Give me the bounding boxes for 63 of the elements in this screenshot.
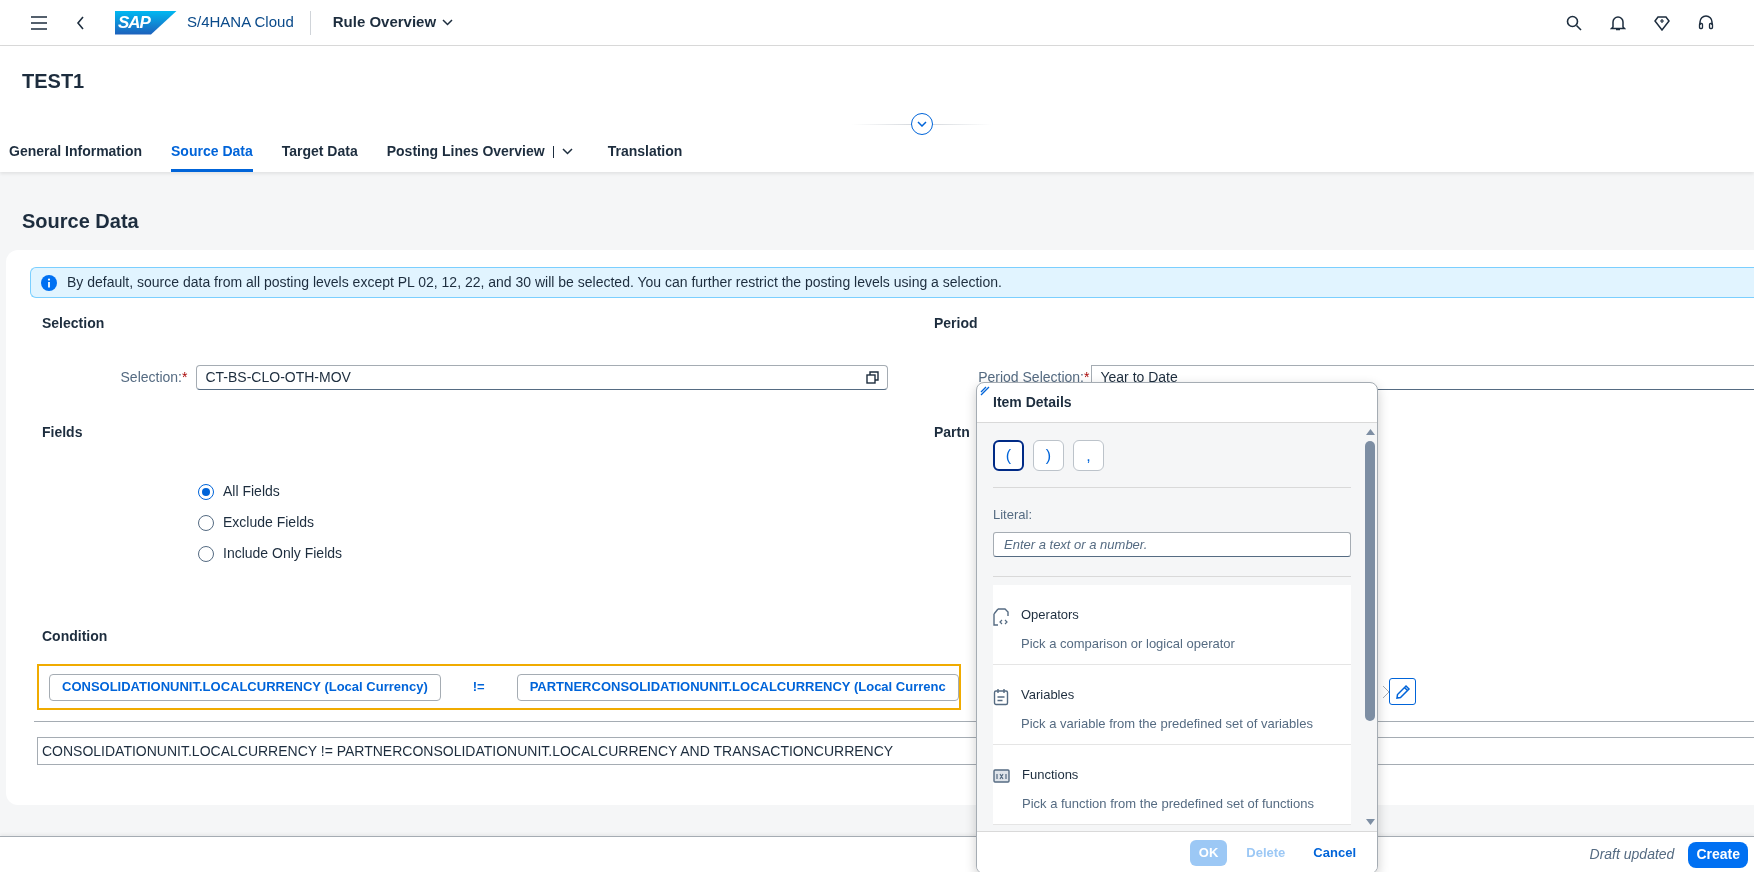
category-description: Pick a variable from the predefined set of variables: [1021, 715, 1313, 733]
page-title: TEST1: [22, 69, 85, 94]
bell-icon[interactable]: [1610, 14, 1626, 31]
section-title: Source Data: [22, 209, 140, 234]
clipboard-icon: [993, 687, 1009, 706]
scroll-down-icon[interactable]: [1365, 819, 1375, 825]
product-name: S/4HANA Cloud: [187, 12, 294, 33]
popover-title: Item Details: [993, 393, 1072, 412]
draft-status: Draft updated: [1589, 845, 1675, 864]
tab[interactable]: General Information: [9, 134, 143, 172]
category-description: Pick a function from the predefined set of functions: [1022, 795, 1314, 813]
chevron-down-icon: [917, 121, 927, 127]
selection-field[interactable]: CT-BS-CLO-OTH-MOV: [196, 365, 889, 390]
function-icon: [993, 768, 1010, 783]
create-button[interactable]: Create: [1688, 841, 1748, 868]
dialog-button[interactable]: Cancel: [1304, 839, 1365, 866]
symbol-button[interactable]: (: [993, 440, 1024, 471]
collapse-header-button[interactable]: [911, 113, 933, 135]
search-icon[interactable]: [1566, 14, 1582, 31]
category-title: Variables: [1021, 685, 1075, 704]
chevron-down-icon: [442, 19, 454, 26]
headset-icon[interactable]: [1698, 14, 1714, 31]
info-message: By default, source data from all posting levels except PL 02, 12, 22, and 30 will be selected. You can further restrict the posting levels using a selection.: [67, 273, 1002, 292]
required-mark: *: [1084, 368, 1090, 387]
required-mark: *: [182, 368, 188, 387]
literal-label: Literal:: [993, 506, 1033, 524]
condition-heading: Condition: [42, 627, 108, 646]
symbol-button[interactable]: ): [1033, 440, 1064, 471]
tab[interactable]: Target Data: [281, 134, 358, 172]
tab[interactable]: Posting Lines Overview: [386, 134, 573, 172]
symbol-button[interactable]: ,: [1073, 440, 1104, 471]
app-title-menu[interactable]: Rule Overview: [332, 11, 454, 34]
fields-heading: Fields: [42, 423, 83, 442]
pencil-icon: [1394, 683, 1411, 700]
radio-option[interactable]: Exclude Fields: [198, 512, 315, 533]
condition-token[interactable]: CONSOLIDATIONUNIT.LOCALCURRENCY (Local Currency): [49, 673, 441, 701]
value-help-icon[interactable]: [866, 371, 880, 384]
category-list-item[interactable]: Variables Pick a variable from the predefined set of variables: [993, 664, 1351, 745]
condition-token[interactable]: PARTNERCONSOLIDATIONUNIT.LOCALCURRENCY (Local Currenc: [516, 673, 959, 701]
category-list-item[interactable]: Functions Pick a function from the predefined set of functions: [993, 744, 1351, 825]
category-list-item[interactable]: Operators Pick a comparison or logical operator: [993, 584, 1351, 665]
menu-icon[interactable]: [30, 15, 48, 30]
edit-button[interactable]: [1389, 678, 1416, 705]
back-icon[interactable]: [76, 15, 85, 30]
radio-option[interactable]: All Fields: [198, 481, 280, 502]
operator-token[interactable]: !=: [472, 677, 485, 697]
diamond-icon[interactable]: [1654, 14, 1670, 31]
info-icon: [41, 274, 57, 291]
partner-heading: Partn: [934, 423, 970, 442]
category-description: Pick a comparison or logical operator: [1021, 635, 1235, 653]
literal-input[interactable]: Enter a text or a number.: [993, 531, 1351, 557]
scroll-up-icon[interactable]: [1365, 429, 1375, 435]
selection-label: Selection:: [119, 368, 182, 387]
category-title: Functions: [1022, 765, 1079, 784]
radio-option[interactable]: Include Only Fields: [198, 543, 343, 564]
code-file-icon: [993, 607, 1009, 626]
category-title: Operators: [1021, 605, 1079, 624]
tab[interactable]: Translation: [607, 134, 683, 172]
selection-heading: Selection: [42, 314, 105, 333]
resize-handle-icon[interactable]: [980, 386, 990, 396]
period-label: Period Selection:: [977, 368, 1084, 387]
period-heading: Period: [934, 314, 978, 333]
pointer-arrow-icon: [1383, 685, 1389, 698]
